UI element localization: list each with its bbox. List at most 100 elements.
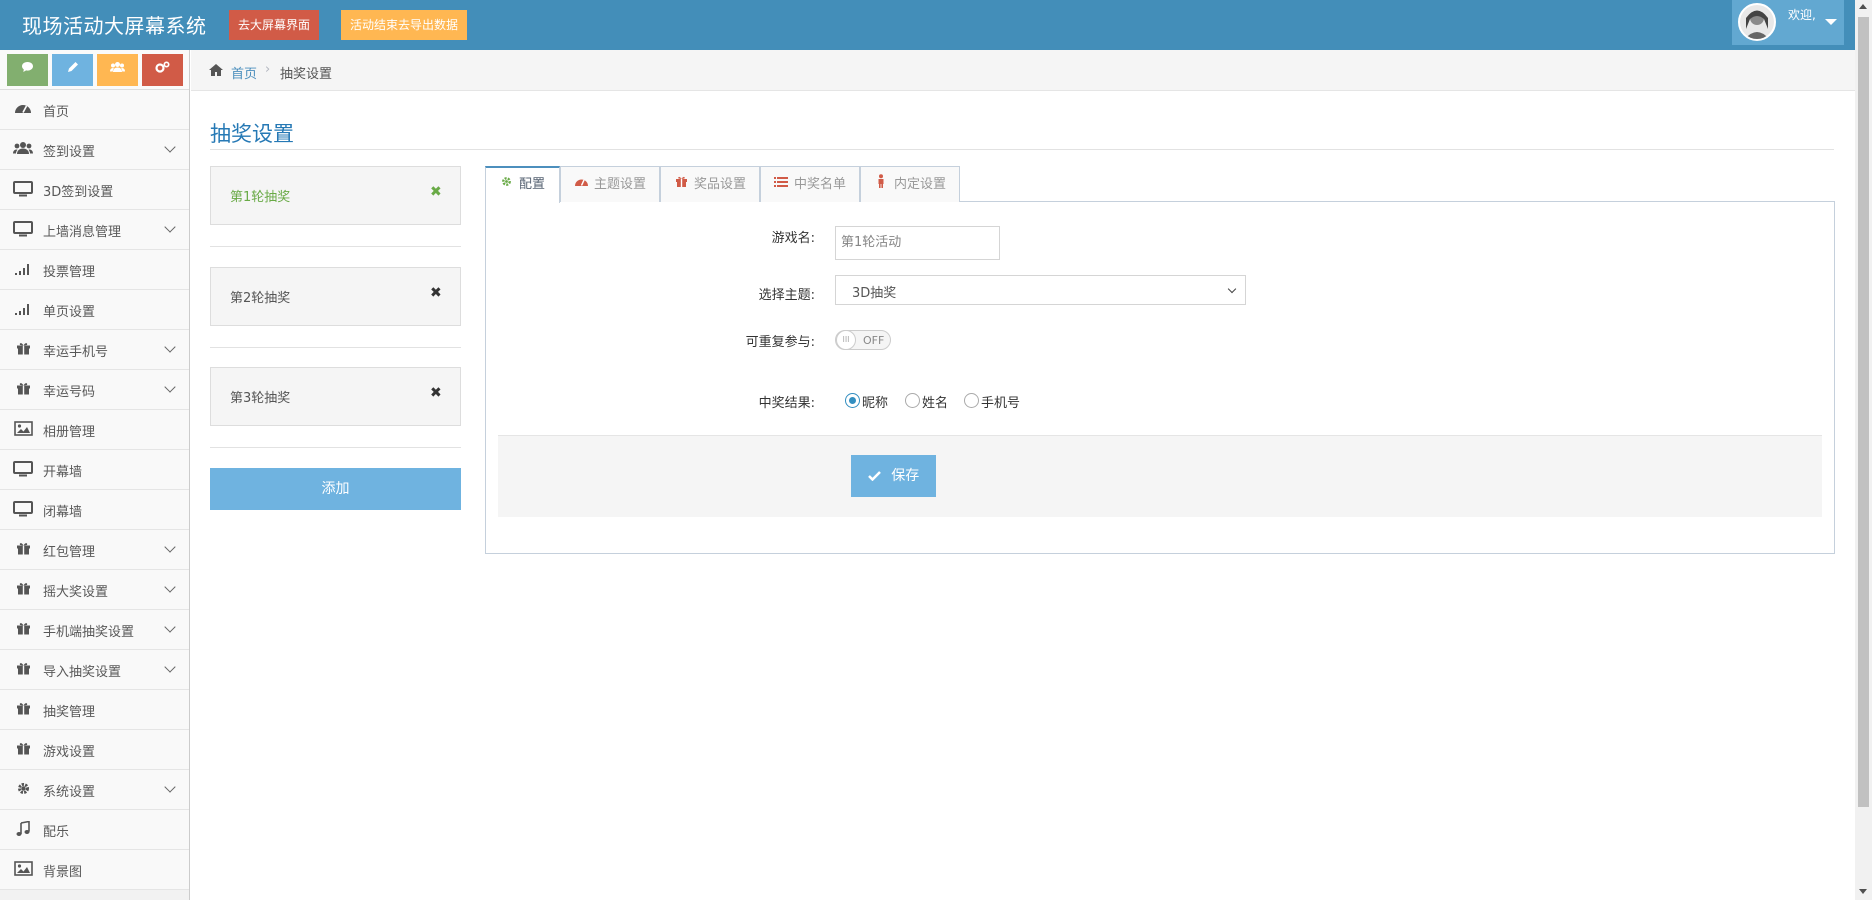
gift-icon [12,581,34,599]
gift-icon [12,541,34,559]
sidebar-item[interactable]: 投票管理 [0,250,189,290]
delete-round-icon[interactable]: ✖ [430,184,442,200]
pencil-icon[interactable] [52,54,93,86]
comment-icon[interactable] [7,54,48,86]
sidebar-item-label: 红包管理 [43,545,96,560]
result-radio-nickname[interactable] [845,393,860,408]
home-icon [208,63,224,81]
sidebar-item-label: 手机端抽奖设置 [43,625,135,640]
desktop-icon [12,181,34,199]
desktop-icon [12,501,34,519]
check-icon [867,468,891,484]
scroll-thumb[interactable] [1858,17,1869,807]
sidebar-item[interactable]: 幸运手机号 [0,330,189,370]
sidebar-item[interactable]: 导入抽奖设置 [0,650,189,690]
gear-icon [12,781,34,799]
add-round-button[interactable]: 添加 [210,468,461,510]
caret-down-icon [1825,19,1837,25]
scroll-up-icon[interactable] [1859,4,1867,9]
users-icon[interactable] [97,54,138,86]
chevron-down-icon [1227,284,1237,294]
round-item[interactable]: 第2轮抽奖 ✖ [210,267,461,326]
breadcrumb-home-link[interactable]: 首页 [231,63,257,82]
export-data-button[interactable]: 活动结束去导出数据 [341,10,468,40]
repeat-toggle[interactable]: III OFF [835,330,891,350]
delete-round-icon[interactable]: ✖ [430,385,442,401]
sidebar-item[interactable]: 单页设置 [0,290,189,330]
theme-select-value: 3D抽奖 [852,286,897,301]
tab-predetermined[interactable]: 内定设置 [860,166,960,202]
sidebar-item[interactable]: 闭幕墙 [0,490,189,530]
picture-icon [12,861,34,879]
round-label: 第3轮抽奖 [230,391,291,406]
tab-theme[interactable]: 主题设置 [560,166,660,202]
gift-icon [12,621,34,639]
sidebar-item-label: 配乐 [43,825,70,840]
user-menu[interactable]: 欢迎, [1732,0,1844,45]
sidebar-item[interactable]: 摇大奖设置 [0,570,189,610]
signal-icon [12,261,34,279]
round-item[interactable]: 第3轮抽奖 ✖ [210,367,461,426]
tab-winners[interactable]: 中奖名单 [760,166,860,202]
repeat-label: 可重复参与: [745,335,815,350]
tab-label: 奖品设置 [694,177,747,192]
sidebar-item[interactable]: 游戏设置 [0,730,189,770]
sidebar-item[interactable]: 上墙消息管理 [0,210,189,250]
sidebar-item-label: 系统设置 [43,785,96,800]
gear-icon [498,168,514,200]
desktop-icon [12,221,34,239]
users-icon [12,141,34,159]
tab-label: 中奖名单 [794,177,847,192]
sidebar-item-label: 幸运号码 [43,385,96,400]
sidebar-item[interactable]: 红包管理 [0,530,189,570]
sidebar-item[interactable]: 首页 [0,90,189,130]
title-divider [210,149,1834,150]
round-label: 第2轮抽奖 [230,291,291,306]
sidebar-item[interactable]: 配乐 [0,810,189,850]
go-screen-button[interactable]: 去大屏幕界面 [229,10,320,40]
scroll-down-icon[interactable] [1859,889,1867,894]
game-name-input[interactable]: 第1轮活动 [835,226,1000,260]
avatar [1738,3,1776,41]
result-option-label: 手机号 [981,396,1021,411]
chevron-down-icon [164,541,176,553]
round-item[interactable]: 第1轮抽奖 ✖ [210,166,461,225]
app-title[interactable]: 现场活动大屏幕系统 [22,10,207,39]
sidebar-item[interactable]: 相册管理 [0,410,189,450]
sidebar-item[interactable]: 幸运号码 [0,370,189,410]
save-button[interactable]: 保存 [851,455,936,497]
scrollbar[interactable] [1855,0,1872,900]
tab-config[interactable]: 配置 [485,166,560,203]
gift-icon [12,701,34,719]
sidebar-item-label: 背景图 [43,865,83,880]
result-radio-phone[interactable] [964,393,979,408]
result-label: 中奖结果: [758,396,815,411]
sidebar-item-label: 开幕墙 [43,465,83,480]
tab-label: 内定设置 [894,177,947,192]
chevron-down-icon [164,661,176,673]
sidebar-item[interactable]: 抽奖管理 [0,690,189,730]
result-radio-name[interactable] [905,393,920,408]
sidebar-item[interactable]: 背景图 [0,850,189,890]
sidebar-item-label: 签到设置 [43,145,96,160]
chevron-down-icon [164,621,176,633]
sidebar-item[interactable]: 手机端抽奖设置 [0,610,189,650]
theme-select[interactable]: 3D抽奖 [835,275,1246,305]
sidebar-item[interactable]: 签到设置 [0,130,189,170]
sidebar-item[interactable]: 系统设置 [0,770,189,810]
sidebar-item[interactable]: 3D签到设置 [0,170,189,210]
sidebar-item-label: 抽奖管理 [43,705,96,720]
picture-icon [12,421,34,439]
signal-icon [12,301,34,319]
dashboard-icon [573,167,589,201]
page-title: 抽奖设置 [210,122,294,146]
sidebar-item[interactable]: 开幕墙 [0,450,189,490]
delete-round-icon[interactable]: ✖ [430,285,442,301]
breadcrumb-current: 抽奖设置 [280,67,333,82]
toggle-state: OFF [863,334,885,347]
tab-prizes[interactable]: 奖品设置 [660,166,760,202]
breadcrumb: 首页 › 抽奖设置 [191,50,1855,91]
gift-icon [12,661,34,679]
sidebar-item-label: 摇大奖设置 [43,585,109,600]
cogs-icon[interactable] [142,54,183,86]
